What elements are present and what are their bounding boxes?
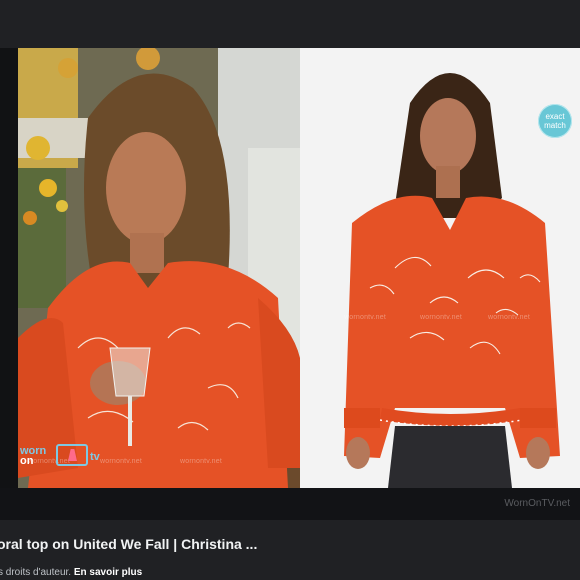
- exact-match-badge: exact match: [538, 104, 572, 138]
- watermark-text: wornontv.net: [344, 314, 386, 321]
- tv-still-photo: [18, 48, 300, 488]
- brand-logo: worn on: [20, 446, 46, 467]
- watermark-text: wornontv.net: [420, 314, 462, 321]
- site-watermark: WornOnTV.net: [504, 498, 570, 509]
- top-bar: [0, 0, 580, 48]
- license-text: s droits d'auteur.: [0, 567, 72, 578]
- brand-logo-tv: tv: [90, 451, 100, 463]
- result-title[interactable]: oral top on United We Fall | Christina .…: [0, 536, 580, 552]
- watermark-text: wornontv.net: [100, 458, 142, 465]
- image-footer-strip: [0, 488, 580, 520]
- watermark-text: wornontv.net: [180, 458, 222, 465]
- learn-more-link[interactable]: En savoir plus: [74, 567, 142, 578]
- brand-logo-on: on: [20, 455, 34, 467]
- license-line: s droits d'auteur. En savoir plus: [0, 567, 142, 578]
- watermark-text: wornontv.net: [488, 314, 530, 321]
